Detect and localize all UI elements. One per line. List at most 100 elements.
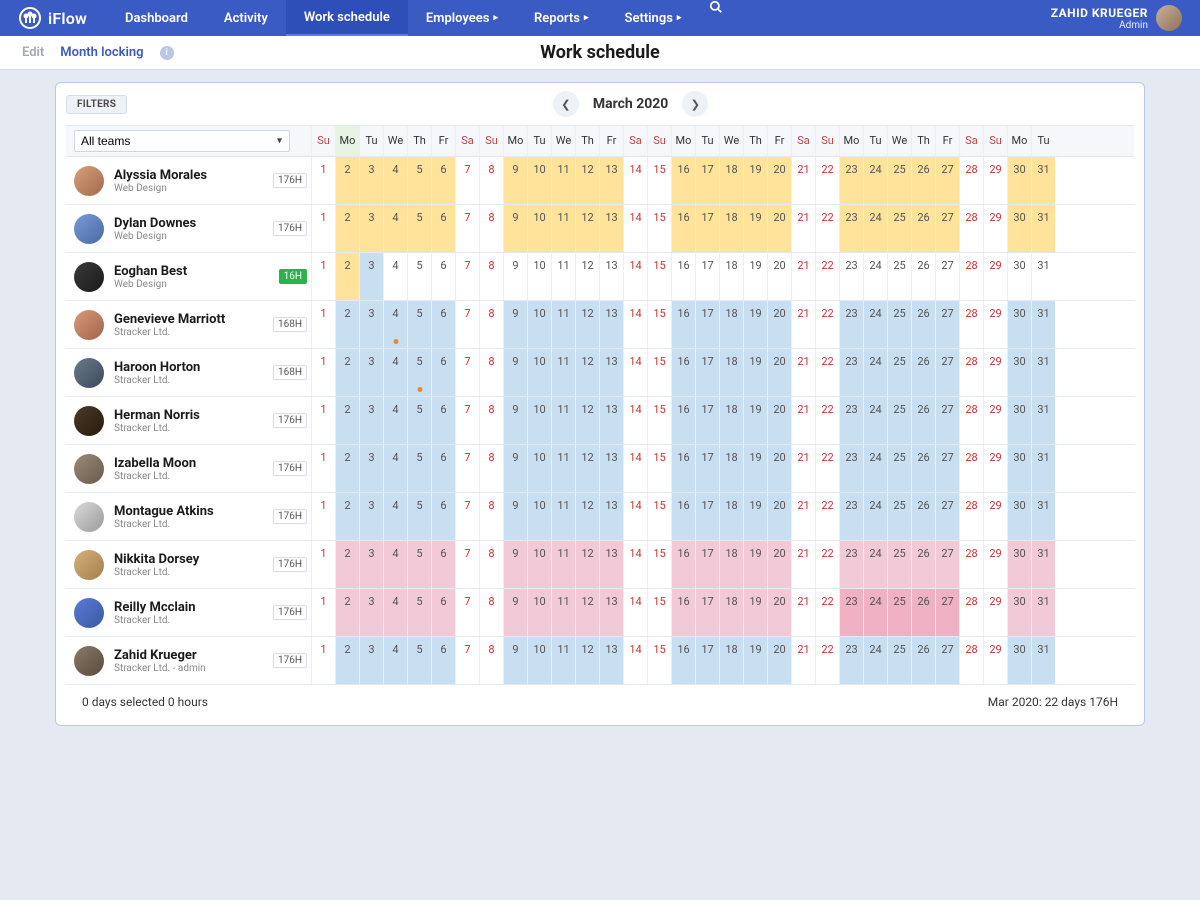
day-cell[interactable]: 28: [959, 445, 983, 492]
day-cell[interactable]: 20: [767, 349, 791, 396]
day-cell[interactable]: 15: [647, 637, 671, 684]
day-cell[interactable]: 22: [815, 253, 839, 300]
day-cell[interactable]: 9: [503, 493, 527, 540]
day-cell[interactable]: 3: [359, 349, 383, 396]
day-cell[interactable]: 20: [767, 397, 791, 444]
day-cell[interactable]: 16: [671, 205, 695, 252]
day-cell[interactable]: 19: [743, 493, 767, 540]
day-cell[interactable]: 11: [551, 349, 575, 396]
day-cell[interactable]: 2: [335, 397, 359, 444]
day-cell[interactable]: 9: [503, 157, 527, 204]
day-cell[interactable]: 1: [311, 397, 335, 444]
day-cell[interactable]: 17: [695, 589, 719, 636]
day-cell[interactable]: 30: [1007, 205, 1031, 252]
day-cell[interactable]: 25: [887, 397, 911, 444]
nav-dashboard[interactable]: Dashboard: [107, 0, 206, 36]
day-cell[interactable]: 24: [863, 205, 887, 252]
day-cell[interactable]: 17: [695, 445, 719, 492]
day-cell[interactable]: 12: [575, 205, 599, 252]
day-cell[interactable]: 30: [1007, 445, 1031, 492]
day-cell[interactable]: 8: [479, 541, 503, 588]
day-cell[interactable]: 12: [575, 253, 599, 300]
day-cell[interactable]: 16: [671, 157, 695, 204]
day-cell[interactable]: 19: [743, 589, 767, 636]
day-cell[interactable]: 8: [479, 349, 503, 396]
day-cell[interactable]: 7: [455, 541, 479, 588]
day-cell[interactable]: 17: [695, 541, 719, 588]
day-cell[interactable]: 5: [407, 205, 431, 252]
day-cell[interactable]: 29: [983, 493, 1007, 540]
day-cell[interactable]: 1: [311, 253, 335, 300]
day-cell[interactable]: 29: [983, 205, 1007, 252]
day-cell[interactable]: 3: [359, 205, 383, 252]
day-cell[interactable]: 10: [527, 253, 551, 300]
day-cell[interactable]: 13: [599, 637, 623, 684]
day-cell[interactable]: 4: [383, 349, 407, 396]
day-cell[interactable]: 20: [767, 253, 791, 300]
day-cell[interactable]: 19: [743, 205, 767, 252]
day-cell[interactable]: 20: [767, 493, 791, 540]
day-cell[interactable]: 14: [623, 157, 647, 204]
day-cell[interactable]: 31: [1031, 541, 1055, 588]
day-cell[interactable]: 18: [719, 157, 743, 204]
day-cell[interactable]: 16: [671, 493, 695, 540]
day-cell[interactable]: 31: [1031, 349, 1055, 396]
day-cell[interactable]: 29: [983, 589, 1007, 636]
day-cell[interactable]: 7: [455, 205, 479, 252]
day-cell[interactable]: 15: [647, 493, 671, 540]
day-cell[interactable]: 6: [431, 397, 455, 444]
day-cell[interactable]: 3: [359, 157, 383, 204]
day-cell[interactable]: 17: [695, 253, 719, 300]
day-cell[interactable]: 4: [383, 637, 407, 684]
day-cell[interactable]: 15: [647, 589, 671, 636]
day-cell[interactable]: 30: [1007, 349, 1031, 396]
day-cell[interactable]: 26: [911, 301, 935, 348]
day-cell[interactable]: 4: [383, 445, 407, 492]
day-cell[interactable]: 4: [383, 541, 407, 588]
day-cell[interactable]: 9: [503, 253, 527, 300]
day-cell[interactable]: 5: [407, 493, 431, 540]
day-cell[interactable]: 6: [431, 301, 455, 348]
day-cell[interactable]: 21: [791, 493, 815, 540]
day-cell[interactable]: 28: [959, 637, 983, 684]
day-cell[interactable]: 10: [527, 637, 551, 684]
day-cell[interactable]: 5: [407, 157, 431, 204]
day-cell[interactable]: 29: [983, 445, 1007, 492]
day-cell[interactable]: 10: [527, 301, 551, 348]
day-cell[interactable]: 25: [887, 637, 911, 684]
day-cell[interactable]: 13: [599, 445, 623, 492]
user-menu[interactable]: ZAHID KRUEGER Admin: [1051, 5, 1200, 31]
employee-cell[interactable]: Genevieve MarriottStracker Ltd.: [66, 301, 274, 348]
day-cell[interactable]: 23: [839, 157, 863, 204]
day-cell[interactable]: 17: [695, 637, 719, 684]
employee-cell[interactable]: Nikkita DorseyStracker Ltd.: [66, 541, 274, 588]
day-cell[interactable]: 1: [311, 205, 335, 252]
day-cell[interactable]: 13: [599, 157, 623, 204]
day-cell[interactable]: 25: [887, 589, 911, 636]
day-cell[interactable]: 10: [527, 205, 551, 252]
day-cell[interactable]: 27: [935, 253, 959, 300]
day-cell[interactable]: 25: [887, 205, 911, 252]
day-cell[interactable]: 12: [575, 301, 599, 348]
day-cell[interactable]: 3: [359, 541, 383, 588]
employee-cell[interactable]: Reilly McclainStracker Ltd.: [66, 589, 274, 636]
day-cell[interactable]: 29: [983, 541, 1007, 588]
day-cell[interactable]: 22: [815, 397, 839, 444]
day-cell[interactable]: 28: [959, 541, 983, 588]
day-cell[interactable]: 14: [623, 541, 647, 588]
day-cell[interactable]: 2: [335, 253, 359, 300]
day-cell[interactable]: 18: [719, 445, 743, 492]
day-cell[interactable]: 22: [815, 493, 839, 540]
day-cell[interactable]: 1: [311, 541, 335, 588]
day-cell[interactable]: 30: [1007, 493, 1031, 540]
day-cell[interactable]: 16: [671, 301, 695, 348]
day-cell[interactable]: 15: [647, 205, 671, 252]
day-cell[interactable]: 6: [431, 589, 455, 636]
day-cell[interactable]: 4: [383, 301, 407, 348]
day-cell[interactable]: 6: [431, 349, 455, 396]
day-cell[interactable]: 17: [695, 157, 719, 204]
day-cell[interactable]: 1: [311, 445, 335, 492]
day-cell[interactable]: 6: [431, 445, 455, 492]
day-cell[interactable]: 23: [839, 589, 863, 636]
day-cell[interactable]: 18: [719, 637, 743, 684]
